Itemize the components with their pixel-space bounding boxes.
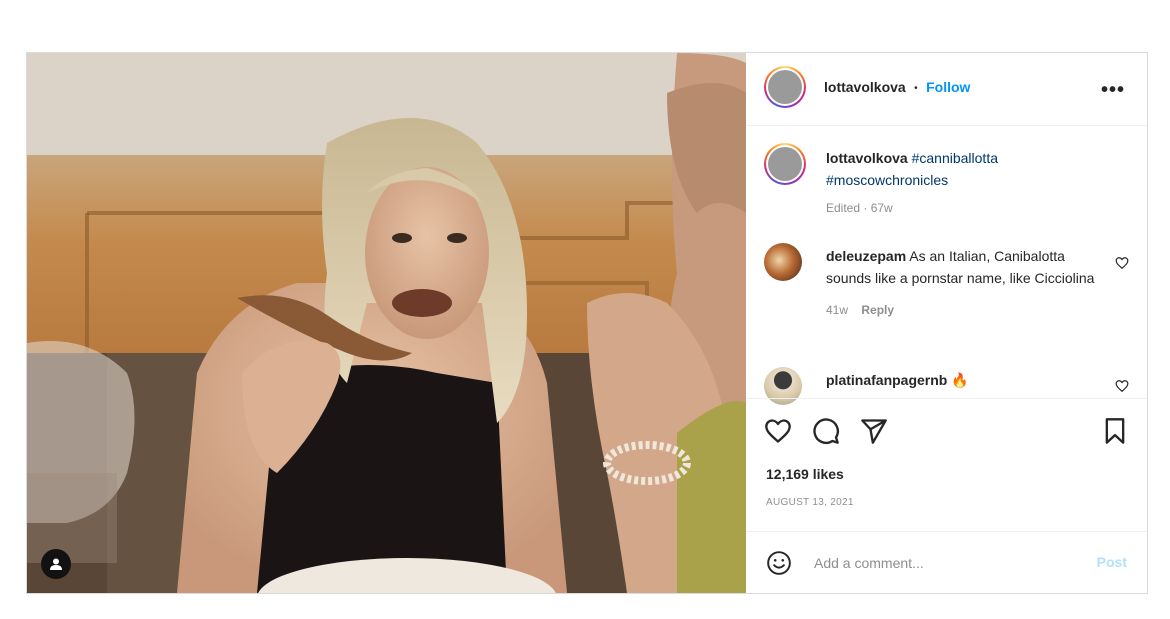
hashtag-link[interactable]: #moscowchronicles bbox=[826, 172, 948, 188]
share-send-icon[interactable] bbox=[860, 417, 888, 445]
like-comment-heart-icon[interactable] bbox=[1115, 379, 1129, 393]
reply-button[interactable]: Reply bbox=[861, 303, 894, 317]
comment-bubble-icon[interactable] bbox=[812, 417, 840, 445]
caption-meta: Edited · 67w bbox=[826, 201, 893, 215]
commenter-avatar[interactable] bbox=[764, 367, 802, 405]
comment: deleuzepam As an Italian, Canibalotta so… bbox=[826, 245, 1096, 321]
author-avatar[interactable] bbox=[764, 66, 806, 108]
tagged-user-icon[interactable] bbox=[41, 549, 71, 579]
separator-dot: • bbox=[914, 83, 918, 94]
like-heart-icon[interactable] bbox=[764, 417, 792, 445]
comment-input[interactable] bbox=[812, 550, 1076, 576]
post-comment-button[interactable]: Post bbox=[1097, 554, 1127, 570]
post-photo[interactable] bbox=[27, 53, 746, 593]
caption-author-avatar[interactable] bbox=[764, 143, 806, 185]
comment: platinafanpagernb 🔥 bbox=[826, 369, 1096, 391]
likes-count[interactable]: 12,169 likes bbox=[766, 466, 844, 482]
caption: lottavolkova #canniballotta #moscowchron… bbox=[826, 147, 1126, 219]
post-photo-illustration bbox=[27, 53, 746, 593]
post-side-panel: lottavolkova • Follow ••• lottavolkova #… bbox=[746, 53, 1147, 593]
comment-text: 🔥 bbox=[951, 372, 969, 388]
post-header: lottavolkova • Follow ••• bbox=[746, 53, 1147, 126]
post-date: AUGUST 13, 2021 bbox=[766, 497, 854, 508]
instagram-post-card: lottavolkova • Follow ••• lottavolkova #… bbox=[26, 52, 1148, 594]
hashtag-link[interactable]: #canniballotta bbox=[912, 150, 998, 166]
bookmark-save-icon[interactable] bbox=[1101, 417, 1129, 445]
comment-age: 41w bbox=[826, 303, 849, 317]
follow-button[interactable]: Follow bbox=[926, 79, 970, 95]
action-bar bbox=[746, 398, 1147, 444]
add-comment-bar: Post bbox=[746, 531, 1147, 593]
more-options-icon[interactable]: ••• bbox=[1101, 79, 1125, 102]
emoji-icon[interactable] bbox=[766, 550, 792, 576]
caption-username[interactable]: lottavolkova bbox=[826, 150, 908, 166]
commenter-avatar[interactable] bbox=[764, 243, 802, 281]
like-comment-heart-icon[interactable] bbox=[1115, 256, 1129, 270]
comment-username[interactable]: deleuzepam bbox=[826, 248, 906, 264]
author-username[interactable]: lottavolkova bbox=[824, 79, 906, 95]
comment-username[interactable]: platinafanpagernb bbox=[826, 372, 947, 388]
